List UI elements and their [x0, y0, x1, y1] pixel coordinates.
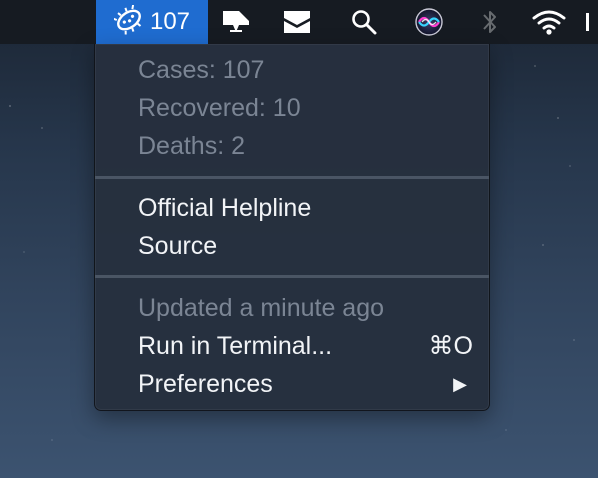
- search-icon[interactable]: [346, 0, 382, 44]
- menu-item-run-in-terminal[interactable]: Run in Terminal... ⌘O: [138, 328, 473, 364]
- recovered-label: Recovered: 10: [138, 93, 301, 122]
- deaths-label: Deaths: 2: [138, 131, 246, 160]
- updated-label: Updated a minute ago: [138, 293, 385, 322]
- covid-status-item[interactable]: 107: [96, 0, 208, 44]
- bluetooth-icon[interactable]: [472, 0, 508, 44]
- case-count: 107: [149, 8, 191, 35]
- inbox-icon[interactable]: [279, 0, 315, 44]
- menu-item-official-helpline[interactable]: Official Helpline: [138, 190, 473, 226]
- official-helpline-label: Official Helpline: [138, 193, 312, 222]
- virus-icon: [113, 4, 144, 40]
- source-label: Source: [138, 231, 218, 260]
- run-in-terminal-label: Run in Terminal...: [138, 331, 333, 360]
- wifi-icon[interactable]: [531, 0, 567, 44]
- menu-item-updated: Updated a minute ago: [138, 290, 473, 326]
- menu-item-preferences[interactable]: Preferences ▶: [138, 366, 473, 402]
- overflow-glyph-icon: [586, 13, 595, 31]
- menu-separator: [95, 176, 489, 179]
- covid-dropdown-menu: Cases: 107 Recovered: 10 Deaths: 2 Offic…: [94, 44, 490, 411]
- menu-item-source[interactable]: Source: [138, 228, 473, 264]
- run-in-terminal-shortcut: ⌘O: [428, 331, 473, 360]
- menu-separator: [95, 275, 489, 278]
- menu-item-recovered: Recovered: 10: [138, 90, 473, 126]
- siri-icon[interactable]: [411, 0, 447, 44]
- overflow-status-item[interactable]: [586, 0, 598, 44]
- menu-item-deaths: Deaths: 2: [138, 128, 473, 164]
- preferences-label: Preferences: [138, 369, 273, 398]
- submenu-arrow-icon: ▶: [453, 374, 467, 394]
- menu-bar: 107: [0, 0, 598, 44]
- menu-item-cases: Cases: 107: [138, 52, 473, 88]
- cases-label: Cases: 107: [138, 55, 265, 84]
- notch-app-icon[interactable]: [218, 0, 254, 44]
